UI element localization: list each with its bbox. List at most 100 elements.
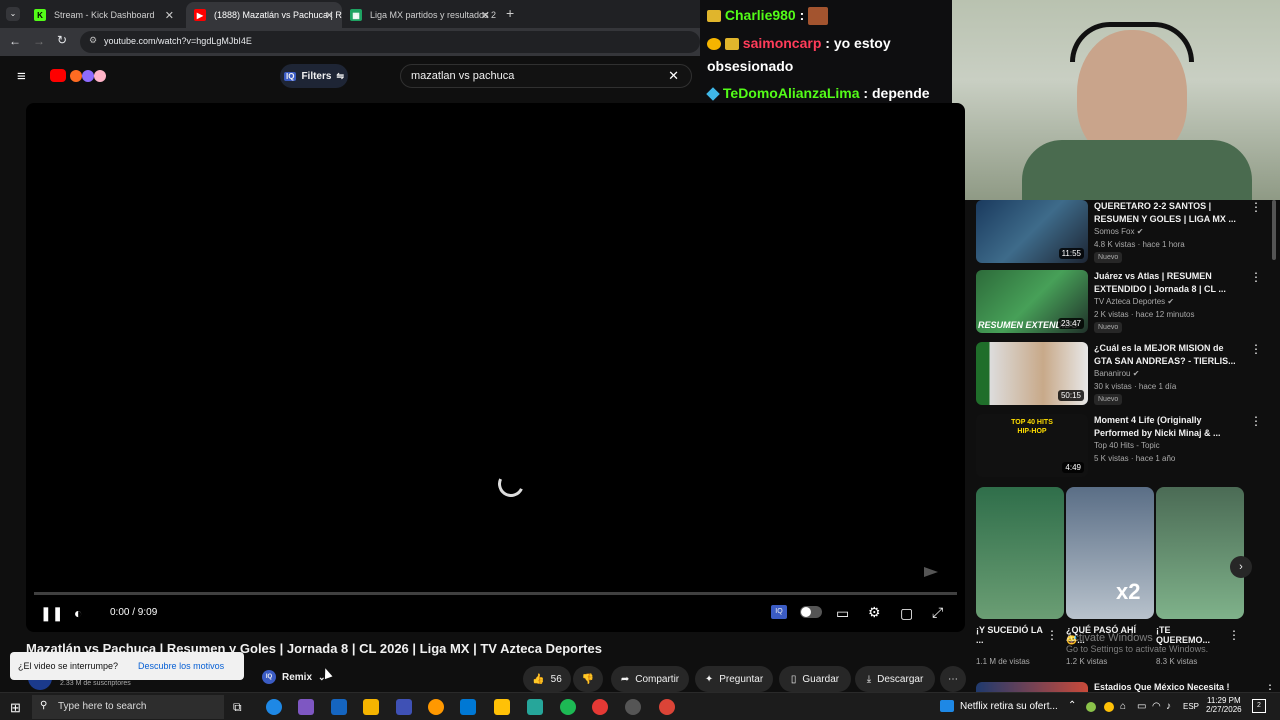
tab-youtube-video[interactable]: ▶ (1888) Mazatlán vs Pachuca | R ✕ bbox=[186, 2, 342, 28]
tray-icon[interactable] bbox=[1104, 702, 1114, 712]
chevron-up-icon[interactable]: ⌃ bbox=[1068, 700, 1076, 711]
windows-start-icon[interactable]: ⊞ bbox=[10, 700, 21, 716]
clear-search-icon[interactable]: ✕ bbox=[668, 68, 679, 84]
firefox-icon[interactable] bbox=[428, 699, 444, 715]
share-button[interactable]: ➦ Compartir bbox=[611, 666, 689, 692]
toggle-knob bbox=[801, 607, 811, 617]
crown-badge-icon bbox=[724, 38, 739, 51]
more-vert-icon[interactable]: ⋮ bbox=[1250, 200, 1262, 214]
theater-mode-icon[interactable]: ▢ bbox=[900, 605, 913, 622]
progress-bar[interactable] bbox=[34, 592, 957, 595]
iq-extension-icon[interactable]: IQ bbox=[771, 605, 787, 619]
opera-icon[interactable] bbox=[592, 699, 608, 715]
video-thumbnail[interactable]: TOP 40 HITS HIP-HOP 4:49 bbox=[976, 414, 1088, 477]
close-icon[interactable]: ✕ bbox=[165, 9, 174, 22]
more-vert-icon[interactable]: ⋮ bbox=[1250, 414, 1262, 428]
video-thumbnail[interactable]: 50:15 bbox=[976, 342, 1088, 405]
autoplay-toggle[interactable] bbox=[800, 606, 822, 618]
url-text: youtube.com/watch?v=hgdLgMJbI4E bbox=[104, 36, 252, 46]
video-thumbnail[interactable]: RESUMEN EXTENDIDO 23:47 bbox=[976, 270, 1088, 333]
chat-separator: : bbox=[821, 35, 830, 51]
related-sidebar: 11:55 QUERETARO 2-2 SANTOS | RESUMEN Y G… bbox=[966, 200, 1280, 696]
back-arrow-icon[interactable]: ← bbox=[9, 34, 21, 48]
short-thumbnail[interactable] bbox=[976, 487, 1064, 619]
obs-icon[interactable] bbox=[625, 699, 641, 715]
verified-icon: ✔ bbox=[1132, 369, 1140, 378]
like-button[interactable]: 👍 56 bbox=[523, 666, 571, 692]
chat-username: saimoncarp bbox=[742, 35, 822, 51]
new-badge: Nuevo bbox=[1094, 252, 1123, 263]
vscode-icon[interactable] bbox=[396, 699, 412, 715]
video-stats: 2 K vistas · hace 12 minutos bbox=[1094, 310, 1195, 319]
close-icon[interactable]: ✕ bbox=[481, 9, 490, 22]
tooltip-question: ¿El video se interrumpe? bbox=[18, 661, 119, 671]
site-info-icon[interactable]: ⚙ bbox=[89, 35, 97, 46]
video-player[interactable] bbox=[26, 103, 965, 632]
more-vert-icon[interactable]: ⋮ bbox=[1250, 342, 1262, 356]
file-explorer-icon[interactable] bbox=[494, 699, 510, 715]
more-vert-icon[interactable]: ⋮ bbox=[1228, 628, 1240, 642]
search-icon: ⚲ bbox=[40, 700, 48, 711]
clock[interactable]: 11:29 PM 2/27/2026 bbox=[1206, 696, 1242, 714]
new-tab-plus-icon[interactable]: + bbox=[506, 5, 514, 21]
download-button[interactable]: ⤓ Descargar bbox=[855, 666, 935, 692]
youtube-icon: ▶ bbox=[194, 9, 206, 21]
more-actions-button[interactable]: ⋯ bbox=[940, 666, 966, 692]
fullscreen-icon[interactable]: ⤢ bbox=[932, 604, 943, 621]
language-indicator[interactable]: ESP bbox=[1183, 702, 1199, 711]
menu-icon[interactable]: ≡ bbox=[17, 68, 26, 85]
taskbar-search-input[interactable]: ⚲ Type here to search bbox=[32, 695, 224, 719]
short-thumbnail[interactable]: x2 bbox=[1066, 487, 1154, 619]
calendar-icon[interactable] bbox=[363, 699, 379, 715]
related-video-item[interactable]: RESUMEN EXTENDIDO 23:47 Juárez vs Atlas … bbox=[976, 270, 1266, 336]
related-video-item[interactable]: 11:55 QUERETARO 2-2 SANTOS | RESUMEN Y G… bbox=[976, 200, 1266, 266]
short-thumbnail[interactable] bbox=[1156, 487, 1244, 619]
network-icon[interactable]: ⌂ bbox=[1120, 701, 1126, 712]
tooltip-link[interactable]: Descubre los motivos bbox=[138, 661, 224, 671]
tab-list-button[interactable]: ⌄ bbox=[6, 7, 20, 21]
save-button[interactable]: ▯ Guardar bbox=[779, 666, 851, 692]
notification-center-icon[interactable]: 2 bbox=[1252, 699, 1266, 713]
tray-icon[interactable] bbox=[1086, 702, 1096, 712]
news-ticker[interactable]: Netflix retira su ofert... bbox=[960, 701, 1058, 712]
related-video-item[interactable]: 50:15 ¿Cuál es la MEJOR MISION de GTA SA… bbox=[976, 342, 1266, 408]
more-vert-icon[interactable]: ⋮ bbox=[1046, 628, 1058, 642]
settings-gear-icon[interactable]: ⚙ bbox=[868, 604, 881, 621]
reload-icon[interactable]: ↻ bbox=[57, 33, 67, 47]
photos-icon[interactable] bbox=[460, 699, 476, 715]
app-icon[interactable] bbox=[527, 699, 543, 715]
chrome-icon[interactable] bbox=[659, 699, 675, 715]
video-thumbnail[interactable]: 11:55 bbox=[976, 200, 1088, 263]
pause-icon[interactable]: ❚❚ bbox=[40, 605, 63, 622]
tab-kick-dashboard[interactable]: K Stream - Kick Dashboard ✕ bbox=[26, 2, 182, 28]
close-icon[interactable]: ✕ bbox=[325, 9, 334, 22]
activate-windows-watermark: Activate Windows Go to Settings to activ… bbox=[1066, 632, 1208, 654]
app-icon[interactable] bbox=[298, 699, 314, 715]
new-badge: Nuevo bbox=[1094, 394, 1123, 405]
edge-icon[interactable] bbox=[266, 699, 282, 715]
youtube-logo[interactable] bbox=[50, 68, 112, 84]
video-title: QUERETARO 2-2 SANTOS | RESUMEN Y GOLES |… bbox=[1094, 201, 1236, 224]
volume-icon[interactable]: ◐ bbox=[74, 605, 82, 621]
forward-arrow-icon[interactable]: → bbox=[33, 34, 45, 48]
ask-button[interactable]: ✦ Preguntar bbox=[695, 666, 773, 692]
wifi-icon[interactable]: ◠ bbox=[1152, 701, 1161, 712]
tab-liga-mx-results[interactable]: ▦ Liga MX partidos y resultados 2 ✕ bbox=[342, 2, 498, 28]
next-arrow-icon[interactable]: › bbox=[1230, 556, 1252, 578]
spotify-icon[interactable] bbox=[560, 699, 576, 715]
mail-icon[interactable] bbox=[331, 699, 347, 715]
remix-button[interactable]: IQ Remix ⌄ bbox=[262, 670, 326, 684]
search-input[interactable]: mazatlan vs pachuca ✕ bbox=[400, 64, 692, 88]
filters-button[interactable]: IQ Filters ⇋ bbox=[280, 64, 348, 88]
sidebar-scrollbar[interactable] bbox=[1272, 200, 1276, 260]
battery-icon[interactable]: ▭ bbox=[1137, 701, 1146, 712]
dislike-button[interactable]: 👎 bbox=[573, 666, 603, 692]
chat-message: saimoncarp : yo estoy obsesionado bbox=[707, 32, 952, 78]
volume-icon[interactable]: ♪ bbox=[1166, 701, 1171, 712]
more-vert-icon[interactable]: ⋮ bbox=[1250, 270, 1262, 284]
url-field[interactable]: ⚙ youtube.com/watch?v=hgdLgMJbI4E bbox=[80, 31, 700, 53]
task-view-icon[interactable]: ⧉ bbox=[233, 700, 242, 715]
time-display: 0:00 / 9:09 bbox=[110, 607, 158, 618]
related-video-item[interactable]: TOP 40 HITS HIP-HOP 4:49 Moment 4 Life (… bbox=[976, 414, 1266, 480]
subtitles-icon[interactable]: ▭ bbox=[836, 605, 849, 622]
